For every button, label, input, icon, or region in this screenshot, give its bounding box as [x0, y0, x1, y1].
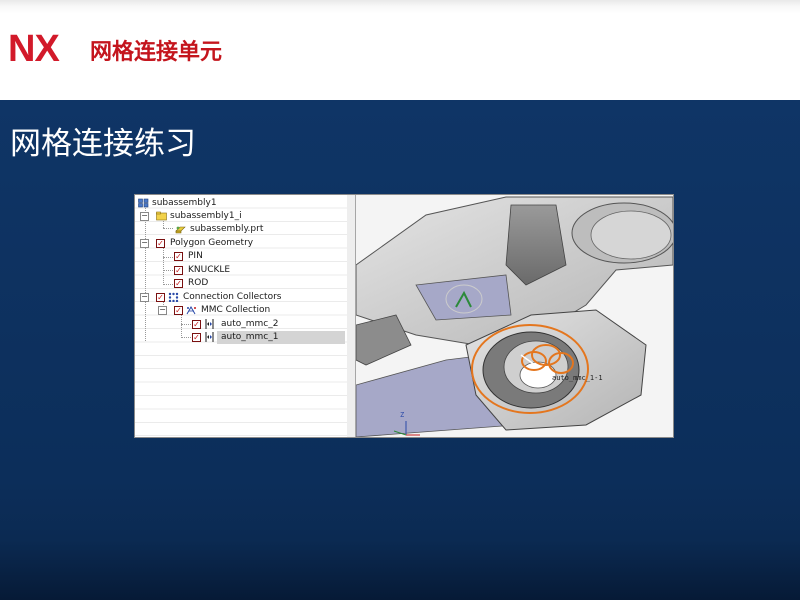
tree-item-label: auto_mmc_1	[221, 332, 279, 342]
tree-item-subassembly1-i[interactable]: − subassembly1_i	[135, 210, 347, 223]
tree-item-subassembly-prt[interactable]: subassembly.prt	[135, 223, 347, 236]
tree-item-label: PIN	[188, 251, 203, 261]
tree-item-label: subassembly.prt	[190, 224, 264, 234]
nx-screenshot: subassembly1 − subassembly1_i subassembl…	[134, 194, 674, 438]
checkbox-icon[interactable]: ✓	[192, 333, 201, 342]
tree-item-pin[interactable]: ✓ PIN	[135, 250, 347, 263]
checkbox-icon[interactable]: ✓	[174, 252, 183, 261]
mesh-mating-icon	[205, 332, 214, 342]
tree-item-polygon-geometry[interactable]: − ✓ Polygon Geometry	[135, 237, 347, 250]
tree-item-auto-mmc-1[interactable]: ✓ auto_mmc_1	[135, 331, 347, 344]
collapse-toggle-icon[interactable]: −	[140, 239, 149, 248]
mesh-mating-icon	[205, 319, 214, 329]
checkbox-icon[interactable]: ✓	[156, 293, 165, 302]
connection-collectors-icon	[168, 292, 179, 302]
header-title: 网格连接单元	[90, 40, 223, 65]
checkbox-icon[interactable]: ✓	[156, 239, 165, 248]
part-icon	[175, 226, 186, 234]
collapse-toggle-icon[interactable]: −	[140, 293, 149, 302]
checkbox-icon[interactable]: ✓	[174, 266, 183, 275]
tree-item-subassembly1[interactable]: subassembly1	[135, 197, 347, 210]
mmc-collection-icon	[186, 305, 196, 315]
checkbox-icon[interactable]: ✓	[192, 320, 201, 329]
slide-header: NX 网格连接单元	[0, 0, 800, 100]
tree-item-label: Connection Collectors	[183, 292, 282, 302]
tree-item-label: Polygon Geometry	[170, 238, 254, 248]
tree-item-label: MMC Collection	[201, 305, 271, 315]
nx-logo: NX	[8, 28, 60, 70]
cad-model-render	[356, 195, 673, 437]
tree-item-label: subassembly1_i	[170, 211, 242, 221]
tree-item-rod[interactable]: ✓ ROD	[135, 277, 347, 290]
tree-item-auto-mmc-2[interactable]: ✓ auto_mmc_2	[135, 318, 347, 331]
tree-item-label: KNUCKLE	[188, 265, 231, 275]
tree-item-label: subassembly1	[152, 198, 217, 208]
collapse-toggle-icon[interactable]: −	[140, 212, 149, 221]
tree-item-label: ROD	[188, 278, 209, 288]
connection-label: auto_mmc_1-1	[552, 374, 603, 382]
fem-folder-icon	[156, 211, 167, 221]
tree-item-label: auto_mmc_2	[221, 319, 279, 329]
checkbox-icon[interactable]: ✓	[174, 279, 183, 288]
simulation-navigator-tree: subassembly1 − subassembly1_i subassembl…	[135, 195, 348, 437]
graphics-viewport[interactable]: auto_mmc_1-1 Z	[356, 195, 673, 437]
tree-item-knuckle[interactable]: ✓ KNUCKLE	[135, 264, 347, 277]
checkbox-icon[interactable]: ✓	[174, 306, 183, 315]
axis-z-label: Z	[400, 411, 405, 419]
navigator-splitter[interactable]	[347, 195, 356, 437]
collapse-toggle-icon[interactable]: −	[158, 306, 167, 315]
tree-item-mmc-collection[interactable]: − ✓ MMC Collection	[135, 304, 347, 317]
assembly-icon	[138, 198, 149, 208]
tree-item-connection-collectors[interactable]: − ✓ Connection Collectors	[135, 291, 347, 304]
slide-title: 网格连接练习	[10, 126, 196, 162]
